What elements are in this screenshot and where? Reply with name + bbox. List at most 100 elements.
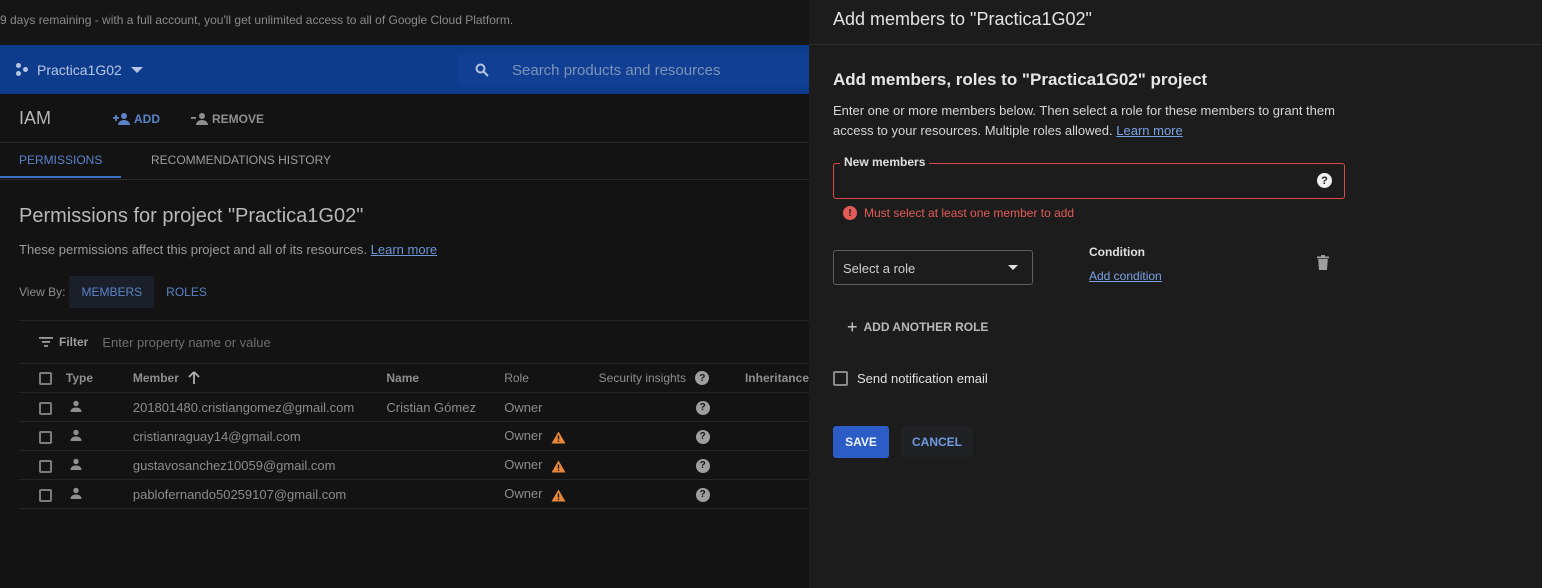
new-members-field[interactable]: New members ? <box>833 155 1345 199</box>
member-name <box>386 450 505 480</box>
member-name <box>386 421 505 451</box>
column-role: Role <box>504 371 529 385</box>
intro-line-2: access to your resources. Multiple roles… <box>833 123 1113 138</box>
person-icon <box>70 487 82 499</box>
add-members-panel: Add members to "Practica1G02" Add member… <box>809 0 1542 588</box>
filter-input[interactable]: Enter property name or value <box>102 335 270 350</box>
add-button[interactable]: ADD <box>113 110 160 128</box>
member-role: Owner <box>504 428 543 444</box>
search-bar[interactable]: Search products and resources <box>457 54 809 86</box>
row-checkbox[interactable] <box>39 459 52 473</box>
project-dots-icon <box>16 63 30 77</box>
select-all-checkbox[interactable] <box>39 372 52 386</box>
search-icon <box>475 63 489 77</box>
member-email: pablofernando50259107@gmail.com <box>132 479 387 509</box>
view-by-roles[interactable]: ROLES <box>154 276 219 308</box>
iam-toolbar: IAM ADD REMOVE <box>0 94 809 143</box>
remove-person-icon <box>191 113 208 125</box>
members-table: Filter Enter property name or value Type… <box>19 320 809 509</box>
person-icon <box>70 429 82 441</box>
person-icon <box>70 458 82 470</box>
send-notification[interactable]: Send notification email <box>833 371 988 386</box>
table-row: 201801480.cristiangomez@gmail.com Cristi… <box>19 392 809 422</box>
table-row: cristianraguay14@gmail.com Owner ? <box>19 421 809 451</box>
error-text: Must select at least one member to add <box>864 206 1075 220</box>
permissions-description: These permissions affect this project an… <box>19 242 437 257</box>
panel-intro: Enter one or more members below. Then se… <box>833 101 1353 141</box>
send-notification-label: Send notification email <box>857 371 988 386</box>
member-role: Owner <box>504 399 543 415</box>
error-message: ! Must select at least one member to add <box>843 206 1074 220</box>
column-member-label: Member <box>132 370 179 385</box>
add-another-role-label: ADD ANOTHER ROLE <box>863 320 989 334</box>
learn-more-link[interactable]: Learn more <box>1116 123 1182 138</box>
panel-header: Add members to "Practica1G02" <box>809 0 1542 45</box>
view-by: View By: MEMBERS ROLES <box>19 276 219 308</box>
search-placeholder: Search products and resources <box>512 61 721 79</box>
page-title: IAM <box>19 108 52 128</box>
member-name <box>386 479 505 509</box>
column-inheritance: Inheritance <box>744 371 809 385</box>
learn-more-link[interactable]: Learn more <box>371 242 437 257</box>
filter-label: Filter <box>59 335 89 349</box>
top-bar: Practica1G02 Search products and resourc… <box>0 45 809 94</box>
remove-button[interactable]: REMOVE <box>191 110 264 128</box>
filter-icon <box>39 337 53 347</box>
send-notification-checkbox[interactable] <box>833 371 848 386</box>
error-icon: ! <box>843 206 857 220</box>
plus-icon: + <box>847 317 858 337</box>
add-condition-link[interactable]: Add condition <box>1089 269 1162 283</box>
member-role: Owner <box>504 486 543 502</box>
new-members-label: New members <box>840 155 930 169</box>
row-checkbox[interactable] <box>39 401 52 415</box>
row-checkbox[interactable] <box>39 430 52 444</box>
project-name: Practica1G02 <box>37 62 122 78</box>
help-icon[interactable]: ? <box>695 400 710 415</box>
help-icon[interactable]: ? <box>1317 173 1332 188</box>
condition-label: Condition <box>1089 245 1145 259</box>
column-member[interactable]: Member <box>133 364 387 393</box>
save-button[interactable]: SAVE <box>833 426 889 458</box>
add-label: ADD <box>134 112 160 126</box>
table-row: pablofernando50259107@gmail.com Owner ? <box>19 479 809 509</box>
trash-icon[interactable] <box>1317 255 1329 270</box>
member-email: gustavosanchez10059@gmail.com <box>132 450 387 480</box>
warning-icon[interactable] <box>551 431 566 444</box>
tab-recommendations-history[interactable]: RECOMMENDATIONS HISTORY <box>151 143 331 178</box>
member-email: cristianraguay14@gmail.com <box>132 421 387 451</box>
warning-icon[interactable] <box>551 460 566 473</box>
column-name: Name <box>386 371 420 385</box>
tab-permissions[interactable]: PERMISSIONS <box>0 143 122 178</box>
panel-title: Add members to "Practica1G02" <box>833 9 1092 29</box>
role-select[interactable]: Select a role <box>833 250 1033 285</box>
help-icon[interactable]: ? <box>695 371 710 386</box>
member-name: Cristian Gómez <box>386 392 505 422</box>
add-another-role-button[interactable]: + ADD ANOTHER ROLE <box>847 318 988 336</box>
row-checkbox[interactable] <box>39 488 52 502</box>
warning-icon[interactable] <box>551 489 566 502</box>
view-by-members[interactable]: MEMBERS <box>69 276 155 308</box>
filter-row[interactable]: Filter Enter property name or value <box>19 320 809 364</box>
permissions-title: Permissions for project "Practica1G02" <box>19 205 364 227</box>
add-person-icon <box>113 113 130 125</box>
permissions-description-text: These permissions affect this project an… <box>19 242 368 257</box>
intro-line-1: Enter one or more members below. Then se… <box>833 103 1335 118</box>
help-icon[interactable]: ? <box>695 429 710 444</box>
sort-arrow-up-icon <box>188 371 200 385</box>
chevron-down-icon <box>130 67 143 73</box>
column-security-label: Security insights <box>598 370 687 385</box>
trial-banner-text: 9 days remaining - with a full account, … <box>0 13 514 27</box>
member-role: Owner <box>504 457 543 473</box>
member-email: 201801480.cristiangomez@gmail.com <box>132 392 387 422</box>
person-icon <box>70 400 82 412</box>
cancel-button[interactable]: CANCEL <box>901 426 973 458</box>
help-icon[interactable]: ? <box>695 458 710 473</box>
remove-label: REMOVE <box>212 112 265 126</box>
column-type: Type <box>65 371 94 385</box>
panel-subtitle: Add members, roles to "Practica1G02" pro… <box>833 70 1208 89</box>
help-icon[interactable]: ? <box>695 487 710 502</box>
project-selector[interactable]: Practica1G02 <box>16 60 143 80</box>
table-header-row: Type Member Name Role Security insights … <box>19 364 809 393</box>
view-by-label: View By: <box>19 285 66 299</box>
column-security-insights: Security insights ? <box>599 364 745 393</box>
